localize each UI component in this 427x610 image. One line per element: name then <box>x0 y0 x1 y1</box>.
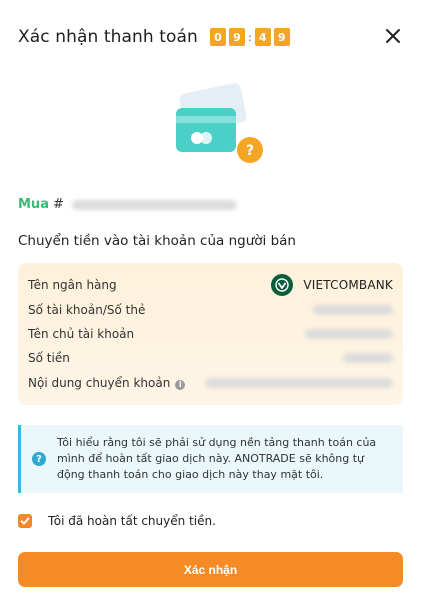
purchase-id-redacted <box>71 199 237 210</box>
bank-details-card: Tên ngân hàng VIETCOMBANK Số tài khoản/S… <box>18 263 403 405</box>
countdown-timer: 0 9 : 4 9 <box>209 28 293 46</box>
account-holder-label: Tên chủ tài khoản <box>28 327 135 341</box>
svg-text:?: ? <box>246 143 254 159</box>
transfer-complete-checkbox[interactable] <box>18 514 32 528</box>
dialog-header: Xác nhận thanh toán 0 9 : 4 9 <box>18 22 409 52</box>
purchase-hash: # <box>52 197 64 212</box>
account-number-label: Số tài khoản/Số thẻ <box>28 303 146 317</box>
check-icon <box>20 517 30 525</box>
account-number-row: Số tài khoản/Số thẻ <box>28 301 393 319</box>
close-icon[interactable] <box>381 24 405 48</box>
timer-digit: 9 <box>273 28 290 46</box>
bank-name-row: Tên ngân hàng VIETCOMBANK <box>28 274 393 296</box>
info-icon[interactable]: i <box>175 379 186 390</box>
notice-text: Tôi hiểu rằng tôi sẽ phải sử dụng nền tả… <box>57 436 377 481</box>
timer-separator: : <box>247 30 252 44</box>
transfer-note-row: Nội dung chuyển khoản i <box>28 374 393 392</box>
bank-name-label: Tên ngân hàng <box>28 278 117 292</box>
payment-card-illustration: ? <box>168 78 268 168</box>
vietcombank-logo-icon <box>271 274 294 296</box>
account-holder-row: Tên chủ tài khoản <box>28 325 393 343</box>
purchase-label: Mua <box>18 197 49 212</box>
account-number-redacted <box>313 305 393 315</box>
transfer-note-redacted <box>205 378 393 388</box>
confirm-button[interactable]: Xác nhận <box>18 552 403 587</box>
amount-redacted <box>343 353 393 363</box>
amount-label: Số tiền <box>28 351 70 365</box>
page-title: Xác nhận thanh toán <box>18 27 198 47</box>
notice-banner: ? Tôi hiểu rằng tôi sẽ phải sử dụng nền … <box>18 425 403 493</box>
bank-name-value: VIETCOMBANK <box>303 278 393 292</box>
account-holder-redacted <box>305 329 393 339</box>
transfer-note-label: Nội dung chuyển khoản <box>28 376 171 390</box>
amount-row: Số tiền <box>28 349 393 367</box>
question-icon: ? <box>32 452 46 466</box>
timer-digit: 9 <box>228 28 245 46</box>
timer-digit: 4 <box>254 28 271 46</box>
transfer-complete-label: Tôi đã hoàn tất chuyển tiền. <box>48 514 216 528</box>
purchase-id-row: Mua # <box>18 197 237 212</box>
transfer-complete-checkbox-row[interactable]: Tôi đã hoàn tất chuyển tiền. <box>18 514 216 528</box>
transfer-heading: Chuyển tiền vào tài khoản của người bán <box>18 233 296 249</box>
timer-digit: 0 <box>209 28 226 46</box>
